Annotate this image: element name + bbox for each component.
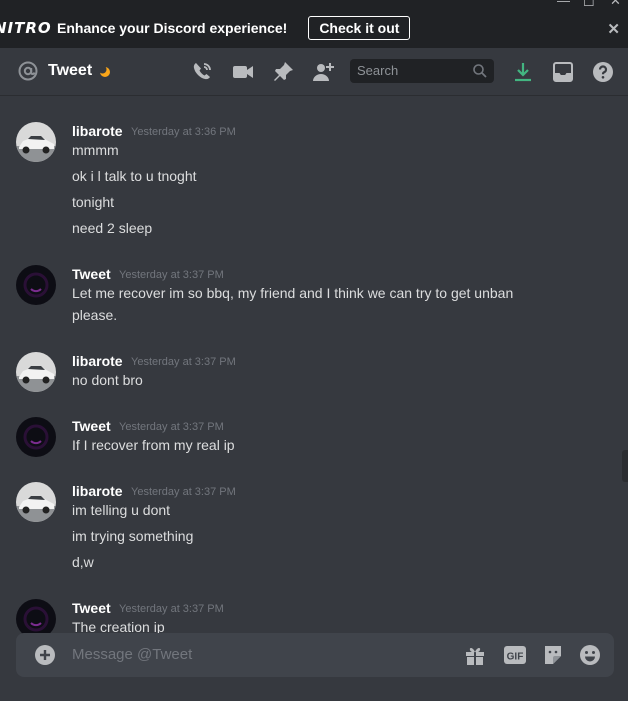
message-text: ok i l talk to u tnoght xyxy=(72,168,197,184)
timestamp: Yesterday at 3:37 PM xyxy=(131,356,236,368)
message-text: no dont bro xyxy=(72,372,143,388)
download-icon[interactable] xyxy=(511,60,535,89)
message-input[interactable]: Message @Tweet xyxy=(72,646,192,663)
add-friends-to-dm-icon[interactable] xyxy=(311,60,335,89)
username[interactable]: Tweet xyxy=(72,599,111,617)
channel-name: Tweet xyxy=(48,62,93,79)
username[interactable]: libarote xyxy=(72,352,123,370)
window-titlebar: — ☐ ✕ xyxy=(0,0,628,9)
message-text: need 2 sleep xyxy=(72,220,153,236)
check-it-out-button[interactable]: Check it out xyxy=(308,16,411,40)
start-video-call-icon[interactable] xyxy=(231,60,255,89)
help-icon[interactable] xyxy=(591,60,615,89)
message-text: im trying something xyxy=(72,528,194,544)
window-close-icon[interactable]: ✕ xyxy=(610,0,621,8)
timestamp: Yesterday at 3:37 PM xyxy=(131,486,236,498)
avatar[interactable] xyxy=(16,417,56,457)
nitro-logo: NITRO xyxy=(0,19,52,37)
search-icon xyxy=(472,63,488,84)
avatar[interactable] xyxy=(16,482,56,522)
message-composer: Message @Tweet GIF xyxy=(16,633,614,677)
message-text: The creation ip xyxy=(72,619,165,634)
avatar[interactable] xyxy=(16,122,56,162)
search-placeholder: Search xyxy=(357,63,399,78)
search-input[interactable]: Search xyxy=(350,59,494,83)
channel-header: Tweet Search xyxy=(0,48,628,96)
timestamp: Yesterday at 3:36 PM xyxy=(131,126,236,138)
banner-close-icon[interactable]: ✕ xyxy=(607,20,620,38)
username[interactable]: libarote xyxy=(72,122,123,140)
username[interactable]: Tweet xyxy=(72,417,111,435)
avatar[interactable] xyxy=(16,265,56,305)
gif-label: GIF xyxy=(507,652,524,663)
message-list[interactable]: libarote Yesterday at 3:36 PM mmmm ok i … xyxy=(0,96,628,634)
idle-moon-icon xyxy=(98,65,111,83)
avatar[interactable] xyxy=(16,352,56,392)
inbox-icon[interactable] xyxy=(551,60,575,89)
scrollbar-thumb[interactable] xyxy=(622,450,628,482)
message-text: please. xyxy=(72,307,118,323)
sticker-icon[interactable] xyxy=(542,644,564,671)
banner-text: Enhance your Discord experience! xyxy=(57,20,288,36)
pinned-messages-icon[interactable] xyxy=(271,60,295,89)
message-text: mmmm xyxy=(72,142,119,158)
at-icon xyxy=(16,59,40,88)
start-voice-call-icon[interactable] xyxy=(190,60,214,89)
gif-icon[interactable]: GIF xyxy=(503,644,527,671)
timestamp: Yesterday at 3:37 PM xyxy=(119,269,224,281)
gift-icon[interactable] xyxy=(464,644,486,671)
message-text: tonight xyxy=(72,194,115,210)
message-text: d,w xyxy=(72,554,94,570)
timestamp: Yesterday at 3:37 PM xyxy=(119,603,224,615)
username[interactable]: libarote xyxy=(72,482,123,500)
nitro-banner: NITRO Enhance your Discord experience! C… xyxy=(0,8,628,48)
message-text: Let me recover im so bbq, my friend and … xyxy=(72,285,514,301)
message-text: im telling u dont xyxy=(72,502,171,518)
timestamp: Yesterday at 3:37 PM xyxy=(119,421,224,433)
avatar[interactable] xyxy=(16,599,56,634)
upload-plus-icon[interactable] xyxy=(34,644,56,671)
message-text: If I recover from my real ip xyxy=(72,437,235,453)
username[interactable]: Tweet xyxy=(72,265,111,283)
emoji-icon[interactable] xyxy=(579,644,601,671)
minimize-icon[interactable]: — xyxy=(557,0,570,8)
